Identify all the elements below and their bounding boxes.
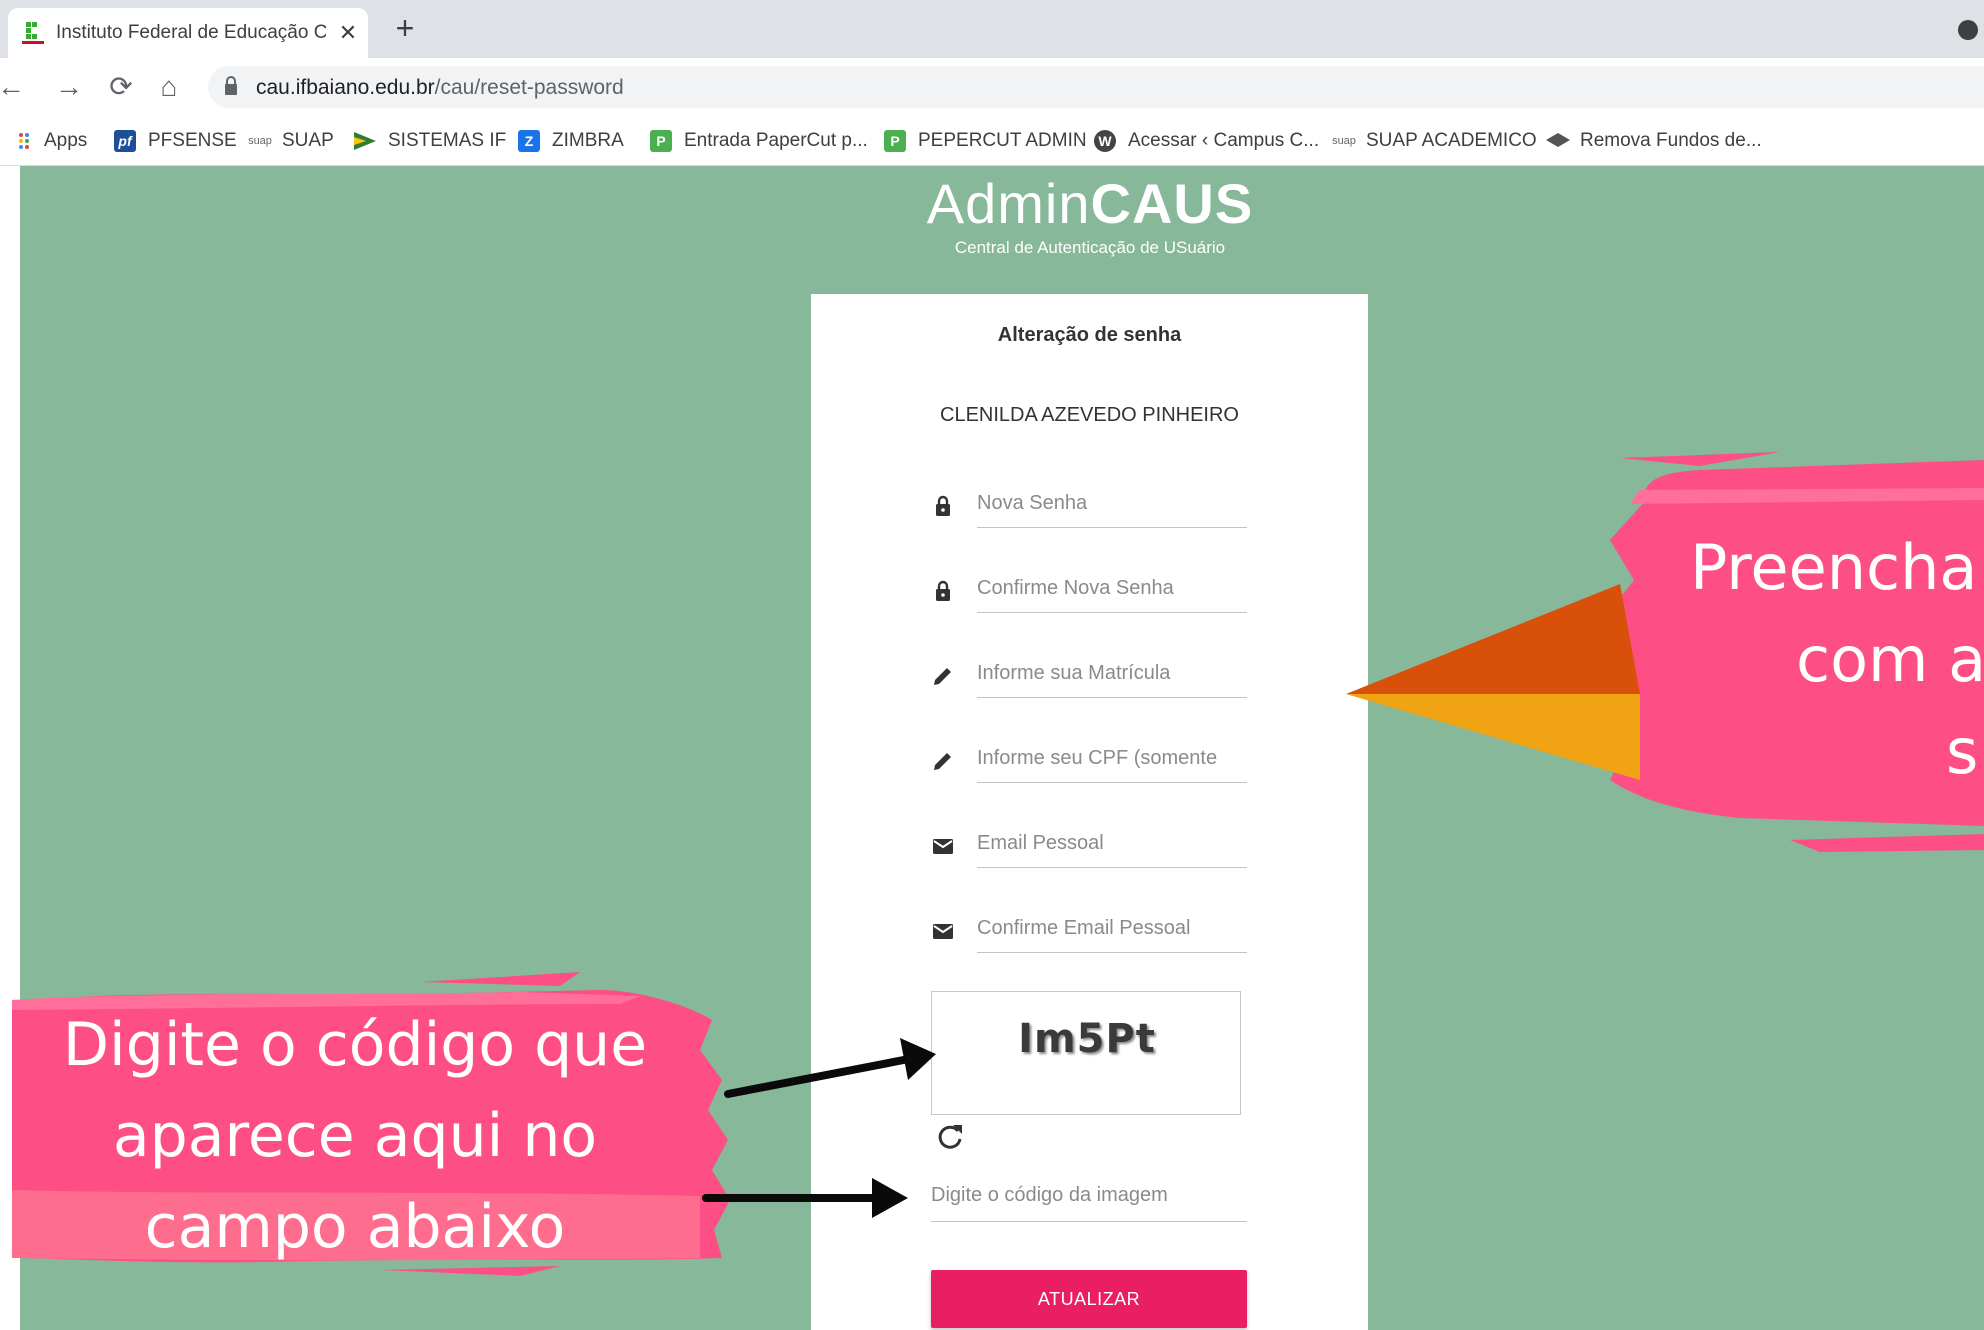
secure-lock-icon [225, 76, 237, 95]
refresh-captcha-icon[interactable] [933, 1120, 967, 1154]
ifbaiano-favicon-icon [22, 22, 44, 44]
lock-icon [936, 495, 950, 516]
left-callout-line: Digite o código que [62, 1010, 648, 1080]
browser-tab-bar: Instituto Federal de Educação Ciê ✕ + [0, 0, 1984, 58]
back-icon[interactable]: ← [0, 70, 28, 104]
zimbra-icon: Z [518, 130, 540, 152]
cpf-input[interactable] [977, 735, 1247, 783]
bookmark-papercut-admin[interactable]: P PEPERCUT ADMIN [884, 126, 1087, 156]
email-input[interactable] [977, 820, 1247, 868]
suap-icon: suap [248, 135, 272, 147]
bookmark-suap-academico[interactable]: suap SUAP ACADEMICO [1330, 126, 1537, 156]
bookmark-zimbra[interactable]: Z ZIMBRA [518, 126, 624, 156]
bookmark-label: Apps [44, 130, 88, 151]
left-callout-line: aparece aqui no [112, 1101, 598, 1171]
confirm-email-field [931, 905, 1251, 955]
tab-close-icon[interactable]: ✕ [333, 18, 363, 48]
atualizar-button[interactable]: ATUALIZAR [931, 1270, 1247, 1328]
url-domain: cau.ifbaiano.edu.br [256, 76, 435, 99]
apps-grid-icon [18, 130, 32, 152]
right-callout-line: com a [1796, 623, 1984, 696]
card-title: Alteração de senha [997, 324, 1182, 346]
bookmarks-bar: Apps pf PFSENSE suap SUAP SISTEMAS IF Z … [0, 118, 1984, 166]
browser-tab-active[interactable]: Instituto Federal de Educação Ciê ✕ [8, 8, 368, 58]
brand-title-light: Admin [926, 172, 1091, 235]
pencil-icon [934, 753, 951, 770]
reload-icon[interactable]: ⟳ [104, 70, 138, 104]
new-tab-button[interactable]: + [388, 12, 422, 46]
bookmark-label: ZIMBRA [552, 130, 624, 151]
new-password-field [931, 480, 1251, 530]
pfsense-icon: pf [114, 130, 136, 152]
captcha-code: Im5Pt [1018, 1016, 1156, 1062]
bookmark-pfsense[interactable]: pf PFSENSE [114, 126, 237, 156]
pencil-icon [934, 668, 951, 685]
removebg-icon [1546, 130, 1570, 152]
browser-toolbar: ← → ⟳ ⌂ cau.ifbaiano.edu.br/cau/reset-pa… [0, 58, 1984, 118]
bookmark-sistemas-if[interactable]: SISTEMAS IF [354, 126, 506, 156]
captcha-image: Im5Pt [931, 991, 1241, 1115]
wordpress-icon: W [1094, 130, 1116, 152]
user-name: CLENILDA AZEVEDO PINHEIRO [940, 404, 1239, 426]
profile-menu-icon[interactable] [1958, 20, 1978, 40]
bookmark-label: SUAP ACADEMICO [1366, 130, 1537, 151]
brand-title-bold: CAUS [1090, 172, 1254, 235]
mail-icon [933, 924, 953, 939]
confirm-email-input[interactable] [977, 905, 1247, 953]
papercut-icon: P [884, 130, 906, 152]
bookmark-label: Acessar ‹ Campus C... [1128, 130, 1320, 151]
email-field [931, 820, 1251, 870]
brand-header: AdminCAUS Central de Autenticação de USu… [900, 172, 1280, 258]
left-callout-text: Digite o código que aparece aqui no camp… [20, 1000, 690, 1273]
right-callout-text: Preencha com a s [1660, 522, 1984, 798]
page-left-edge [0, 166, 20, 1330]
papercut-icon: P [650, 130, 672, 152]
home-icon[interactable]: ⌂ [152, 70, 186, 104]
matricula-input[interactable] [977, 650, 1247, 698]
brand-subtitle: Central de Autenticação de USuário [954, 238, 1226, 257]
right-callout-line: s [1946, 715, 1979, 788]
reset-password-card: Alteração de senha CLENILDA AZEVEDO PINH… [811, 294, 1368, 1330]
address-bar[interactable]: cau.ifbaiano.edu.br/cau/reset-password ☆ [208, 66, 1984, 108]
bookmark-label: SISTEMAS IF [388, 130, 507, 151]
left-callout-line: campo abaixo [144, 1192, 566, 1262]
bookmark-suap[interactable]: suap SUAP [246, 126, 334, 156]
forward-icon[interactable]: → [52, 70, 86, 104]
url-text: cau.ifbaiano.edu.br/cau/reset-password [256, 76, 624, 100]
bookmark-label: Entrada PaperCut p... [684, 130, 868, 151]
confirm-password-field [931, 565, 1251, 615]
bookmark-campus[interactable]: W Acessar ‹ Campus C... [1094, 126, 1319, 156]
confirm-password-input[interactable] [977, 565, 1247, 613]
bookmark-label: PFSENSE [148, 130, 237, 151]
matricula-field [931, 650, 1251, 700]
suap-icon: suap [1332, 135, 1356, 147]
bookmark-apps[interactable]: Apps [18, 126, 87, 156]
lock-icon [936, 580, 950, 601]
bookmark-papercut-entrada[interactable]: P Entrada PaperCut p... [650, 126, 868, 156]
captcha-input[interactable] [931, 1170, 1247, 1222]
sistemas-if-icon [354, 130, 376, 152]
screenshot-stage: Instituto Federal de Educação Ciê ✕ + ← … [0, 0, 1984, 1330]
cpf-field [931, 735, 1251, 785]
url-path: /cau/reset-password [434, 76, 624, 99]
right-callout-line: Preencha [1690, 531, 1978, 604]
tab-title: Instituto Federal de Educação Ciê [56, 22, 326, 43]
bookmark-label: SUAP [282, 130, 334, 151]
new-password-input[interactable] [977, 480, 1247, 528]
brand-title: AdminCAUS [900, 172, 1280, 236]
bookmark-label: Remova Fundos de... [1580, 130, 1762, 151]
mail-icon [933, 839, 953, 854]
bookmark-removebg[interactable]: Remova Fundos de... [1546, 126, 1762, 156]
bookmark-label: PEPERCUT ADMIN [918, 130, 1087, 151]
